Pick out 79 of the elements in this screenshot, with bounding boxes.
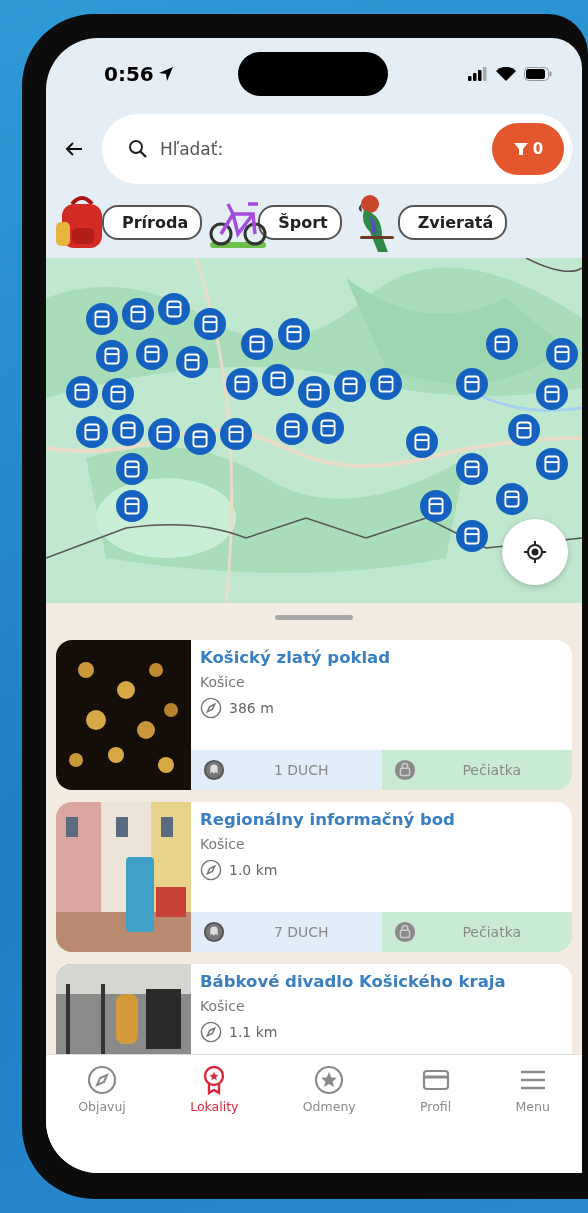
signal-icon xyxy=(468,67,488,81)
map-marker-icon[interactable] xyxy=(456,368,488,400)
ghost-coin-icon xyxy=(203,759,225,781)
tab-bar-item[interactable]: Lokality xyxy=(184,1061,245,1118)
card-distance: 1.0 km xyxy=(229,862,278,878)
map-marker-icon[interactable] xyxy=(226,368,258,400)
ghost-coin-icon xyxy=(203,921,225,943)
compass-icon xyxy=(200,697,222,719)
card-title: Košický zlatý poklad xyxy=(200,648,392,667)
map-marker-icon[interactable] xyxy=(122,298,154,330)
map-marker-icon[interactable] xyxy=(278,318,310,350)
wifi-icon xyxy=(496,67,516,81)
ghost-count-badge: 7 DUCH xyxy=(191,912,382,952)
battery-icon xyxy=(524,67,552,81)
card-city: Košice xyxy=(200,836,246,852)
map-marker-icon[interactable] xyxy=(136,338,168,370)
location-card[interactable]: Košický zlatý poklad Košice 386 m 1 DUCH Pečiatka xyxy=(56,640,572,790)
compass-icon xyxy=(200,859,222,881)
map-marker-icon[interactable] xyxy=(334,370,366,402)
tab-bar-item[interactable]: Objavuj xyxy=(72,1061,132,1118)
map-marker-icon[interactable] xyxy=(298,376,330,408)
map-marker-icon[interactable] xyxy=(86,303,118,335)
card-city: Košice xyxy=(200,998,246,1014)
tab-bar-item[interactable]: Odmeny xyxy=(296,1061,362,1118)
location-card[interactable]: Bábkové divadlo Košického kraja Košice 1.1 km xyxy=(56,964,572,1054)
map-marker-icon[interactable] xyxy=(276,413,308,445)
map-marker-icon[interactable] xyxy=(220,418,252,450)
tab-bar-item[interactable]: Profil xyxy=(414,1061,458,1118)
map-marker-icon[interactable] xyxy=(102,378,134,410)
padlock-icon xyxy=(393,759,416,781)
map-marker-icon[interactable] xyxy=(262,364,294,396)
compass-icon xyxy=(87,1065,117,1095)
map-marker-icon[interactable] xyxy=(116,453,148,485)
drag-handle[interactable] xyxy=(275,615,353,620)
category-chip[interactable]: Zvieratá xyxy=(397,204,508,240)
map-marker-icon[interactable] xyxy=(496,483,528,515)
filter-button[interactable]: 0 xyxy=(492,123,564,175)
map-marker-icon[interactable] xyxy=(184,423,216,455)
search-icon xyxy=(128,139,148,159)
compass-icon xyxy=(200,1021,222,1043)
map-marker-icon[interactable] xyxy=(536,448,568,480)
map-marker-icon[interactable] xyxy=(76,416,108,448)
card-city: Košice xyxy=(200,674,246,690)
map-marker-icon[interactable] xyxy=(370,368,402,400)
funnel-icon xyxy=(512,141,529,157)
location-card[interactable]: Regionálny informačný bod Košice 1.0 km 7 DUCH Pečiatka xyxy=(56,802,572,952)
map-marker-icon[interactable] xyxy=(112,414,144,446)
map-marker-icon[interactable] xyxy=(546,338,578,370)
ghost-count-badge: 1 DUCH xyxy=(191,750,382,790)
location-arrow-icon xyxy=(157,66,174,82)
map-marker-icon[interactable] xyxy=(148,418,180,450)
card-distance: 386 m xyxy=(229,700,274,716)
category-chip[interactable]: Príroda xyxy=(102,204,203,240)
crosshair-icon xyxy=(523,540,547,564)
map-marker-icon[interactable] xyxy=(66,376,98,408)
map-marker-icon[interactable] xyxy=(116,490,148,522)
map-marker-icon[interactable] xyxy=(312,412,344,444)
map-marker-icon[interactable] xyxy=(96,340,128,372)
map-marker-icon[interactable] xyxy=(241,328,273,360)
stamp-badge: Pečiatka xyxy=(381,750,572,790)
card-title: Bábkové divadlo Košického kraja xyxy=(200,972,507,991)
status-time: 0:56 xyxy=(104,62,154,86)
card-distance: 1.1 km xyxy=(229,1024,278,1040)
search-field[interactable]: Hľadať: 0 xyxy=(102,114,572,184)
map-marker-icon[interactable] xyxy=(456,520,488,552)
category-chip[interactable]: Šport xyxy=(258,204,342,240)
map-marker-icon[interactable] xyxy=(536,378,568,410)
card-title: Regionálny informačný bod xyxy=(200,810,456,829)
map-marker-icon[interactable] xyxy=(194,308,226,340)
padlock-icon xyxy=(393,921,416,943)
map-marker-icon[interactable] xyxy=(456,453,488,485)
map-marker-icon[interactable] xyxy=(158,293,190,325)
map-marker-icon[interactable] xyxy=(420,490,452,522)
map-marker-icon[interactable] xyxy=(406,426,438,458)
stamp-badge: Pečiatka xyxy=(381,912,572,952)
map-marker-icon[interactable] xyxy=(486,328,518,360)
map-marker-icon[interactable] xyxy=(176,346,208,378)
map-marker-icon[interactable] xyxy=(508,414,540,446)
tab-bar-item[interactable]: Menu xyxy=(509,1061,556,1118)
